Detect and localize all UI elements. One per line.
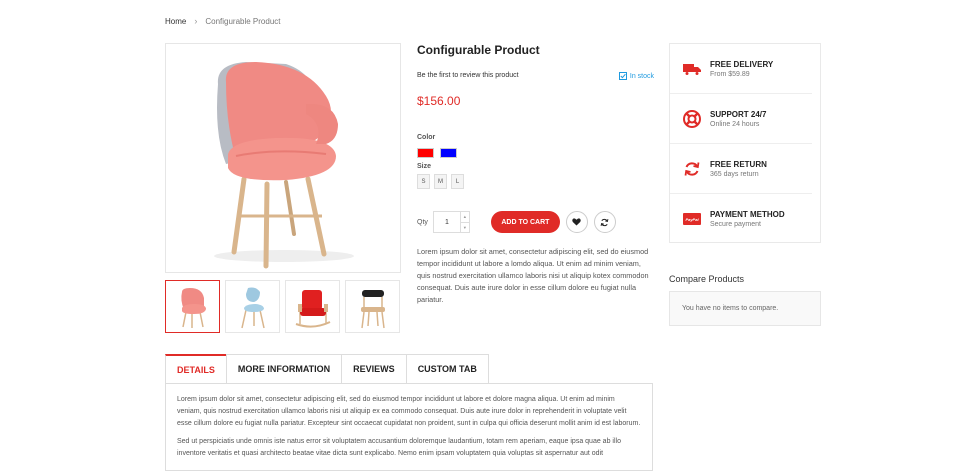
- feature-title: FREE DELIVERY: [710, 59, 774, 69]
- tab-details[interactable]: DETAILS: [165, 354, 227, 383]
- feature-subtitle: Online 24 hours: [710, 120, 760, 128]
- add-to-cart-row: Qty 1 ▲ ▼ ADD TO CART: [417, 210, 654, 234]
- thumbnail-red-rocking-chair[interactable]: [285, 280, 340, 333]
- color-swatch-blue[interactable]: [440, 148, 457, 158]
- size-options: S M L: [417, 174, 654, 189]
- compare-products-box: You have no items to compare.: [669, 291, 821, 326]
- red-rocking-chair-thumb-icon: [295, 289, 330, 328]
- feature-subtitle: From $59.89: [710, 70, 750, 78]
- tab-reviews[interactable]: REVIEWS: [341, 354, 407, 383]
- color-swatch-red[interactable]: [417, 148, 434, 158]
- feature-free-delivery: FREE DELIVERY From $59.89: [670, 44, 812, 94]
- heart-icon: [572, 218, 582, 226]
- paypal-icon: PayPal: [683, 210, 701, 228]
- breadcrumb-current: Configurable Product: [205, 16, 281, 26]
- checkbox-check-icon: [618, 72, 627, 80]
- size-option-l[interactable]: L: [451, 174, 464, 189]
- black-chair-thumb-icon: [360, 289, 385, 328]
- compare-button[interactable]: [593, 211, 616, 233]
- paypal-logo-text: PayPal: [685, 216, 699, 222]
- truck-icon: [683, 60, 701, 78]
- color-swatches: [417, 148, 654, 158]
- lifebuoy-icon: [683, 109, 701, 128]
- tab-more-information[interactable]: MORE INFORMATION: [225, 354, 343, 383]
- wishlist-button[interactable]: [565, 211, 588, 233]
- size-option-m[interactable]: M: [434, 174, 447, 189]
- feature-title: PAYMENT METHOD: [710, 210, 785, 219]
- return-icon: [683, 160, 701, 178]
- qty-stepper[interactable]: 1 ▲ ▼: [432, 211, 470, 233]
- qty-input[interactable]: 1: [434, 212, 460, 232]
- product-tabs: DETAILS MORE INFORMATION REVIEWS CUSTOM …: [165, 354, 489, 383]
- thumbnail-black-chair[interactable]: [345, 280, 400, 333]
- qty-label: Qty: [417, 218, 428, 226]
- thumbnail-pink-armchair[interactable]: [165, 280, 220, 333]
- feature-payment-method: PayPal PAYMENT METHOD Secure payment: [670, 194, 812, 244]
- pink-armchair-thumb-icon: [180, 287, 206, 328]
- breadcrumb-home-link[interactable]: Home: [165, 17, 186, 26]
- feature-subtitle: 365 days return: [710, 170, 759, 178]
- feature-subtitle: Secure payment: [710, 221, 761, 228]
- feature-title: SUPPORT 24/7: [710, 109, 767, 119]
- stock-status-text: In stock: [629, 72, 654, 80]
- product-price: $156.00: [417, 94, 461, 108]
- stock-status: In stock: [618, 72, 654, 80]
- qty-arrows: ▲ ▼: [459, 212, 469, 233]
- thumbnail-blue-chair[interactable]: [225, 280, 280, 333]
- features-box: FREE DELIVERY From $59.89 SUPPORT 24/7 O…: [669, 43, 821, 243]
- color-label: Color: [417, 134, 436, 141]
- breadcrumb-separator-icon: ›: [194, 16, 198, 26]
- qty-increment-icon[interactable]: ▲: [461, 212, 469, 222]
- breadcrumb: Home › Configurable Product: [165, 16, 281, 26]
- size-option-s[interactable]: S: [417, 174, 430, 189]
- review-row: Be the first to review this product In s…: [417, 72, 654, 80]
- details-paragraph: Lorem ipsum dolor sit amet, consectetur …: [177, 396, 641, 427]
- main-product-image[interactable]: [165, 43, 401, 273]
- feature-free-return: FREE RETURN 365 days return: [670, 144, 812, 194]
- pink-armchair-image: [214, 62, 354, 269]
- feature-support: SUPPORT 24/7 Online 24 hours: [670, 94, 812, 144]
- tab-custom[interactable]: CUSTOM TAB: [405, 354, 489, 383]
- feature-title: FREE RETURN: [710, 159, 767, 169]
- product-short-description: Lorem ipsum dolor sit amet, consectetur …: [417, 247, 649, 304]
- compare-empty-text: You have no items to compare.: [682, 305, 779, 312]
- refresh-icon: [601, 218, 609, 226]
- product-title: Configurable Product: [417, 43, 540, 57]
- blue-chair-thumb-icon: [240, 287, 265, 328]
- compare-products-title: Compare Products: [669, 274, 745, 284]
- review-link[interactable]: Be the first to review this product: [417, 72, 519, 80]
- add-to-cart-button[interactable]: ADD TO CART: [490, 211, 560, 233]
- product-info: Configurable Product Be the first to rev…: [417, 43, 654, 306]
- tab-content-details: Lorem ipsum dolor sit amet, consectetur …: [165, 383, 653, 471]
- qty-decrement-icon[interactable]: ▼: [460, 221, 469, 233]
- thumbnail-gallery: [165, 280, 400, 333]
- size-label: Size: [417, 163, 432, 170]
- details-paragraph: Sed ut perspiciatis unde omnis iste natu…: [177, 438, 621, 457]
